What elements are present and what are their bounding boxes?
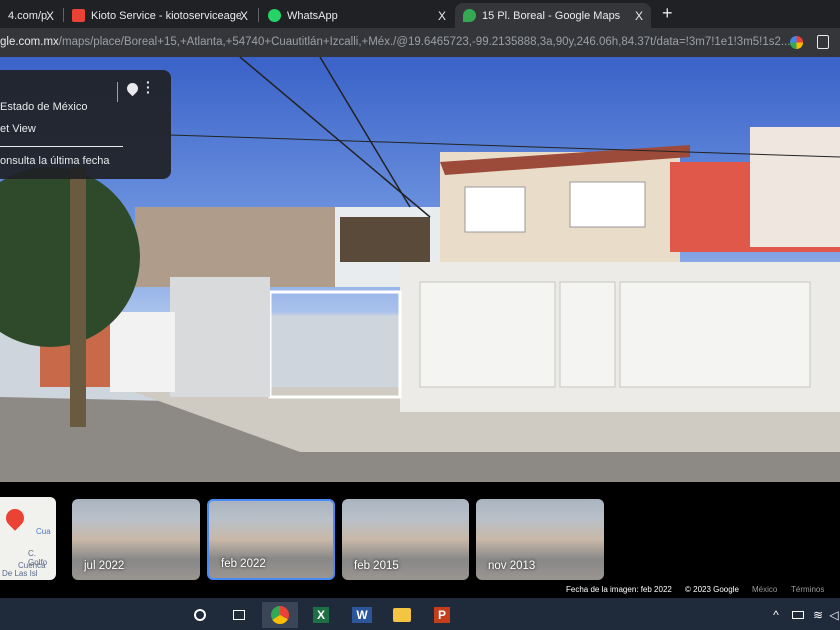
close-tab-icon[interactable]: X — [438, 9, 446, 23]
mini-map[interactable]: Cua C. Golfo Cuenca De Las Isl — [0, 497, 56, 580]
terms-link[interactable]: Términos — [791, 585, 824, 594]
street-view-label: et View — [0, 123, 36, 135]
location-pin-icon[interactable] — [124, 80, 141, 97]
whatsapp-icon — [268, 9, 281, 22]
task-view-icon[interactable] — [221, 602, 257, 628]
more-options-icon[interactable]: · · · — [146, 75, 151, 99]
latest-date-link[interactable]: onsulta la última fecha — [0, 155, 109, 167]
maps-pin-icon — [463, 9, 476, 22]
thumbnail-date: feb 2022 — [221, 558, 266, 570]
tab-gmail[interactable]: Kioto Service - kiotoserviceagenc X — [64, 3, 256, 28]
tab-bar: 4.com/p X Kioto Service - kiotoserviceage… — [0, 0, 840, 28]
thumbnail-jul-2022[interactable]: jul 2022 — [72, 499, 200, 580]
gmail-icon — [72, 9, 85, 22]
tab-title: Kioto Service - kiotoserviceagenc — [91, 9, 241, 22]
tab-1[interactable]: 4.com/p X — [0, 3, 62, 28]
taskbar: X W P ^ ≋ ◁ — [0, 598, 840, 630]
tab-whatsapp[interactable]: WhatsApp X — [260, 3, 454, 28]
tab-title: 4.com/p — [8, 9, 48, 22]
chevron-up-icon[interactable]: ^ — [766, 602, 786, 628]
word-icon[interactable]: W — [344, 602, 380, 628]
map-label: De Las Isl — [2, 569, 38, 578]
divider — [0, 146, 123, 147]
country-link[interactable]: México — [752, 585, 777, 594]
chrome-icon[interactable] — [262, 602, 298, 628]
tab-divider — [258, 8, 259, 22]
wifi-icon[interactable]: ≋ — [810, 602, 826, 628]
map-pin-icon — [2, 505, 28, 531]
location-region: Estado de México — [0, 101, 88, 113]
download-icon[interactable] — [817, 35, 829, 49]
excel-icon[interactable]: X — [303, 602, 339, 628]
tab-title: 15 Pl. Boreal - Google Maps — [482, 9, 621, 22]
search-icon[interactable] — [182, 602, 218, 628]
volume-icon[interactable]: ◁ — [828, 602, 840, 628]
google-icon[interactable] — [790, 36, 803, 49]
thumbnail-date: jul 2022 — [84, 560, 125, 572]
thumbnail-date: feb 2015 — [354, 560, 399, 572]
close-tab-icon[interactable]: X — [635, 9, 643, 23]
divider — [117, 82, 118, 102]
tab-google-maps[interactable]: 15 Pl. Boreal - Google Maps X — [455, 3, 651, 28]
close-tab-icon[interactable]: X — [240, 9, 248, 23]
thumbnail-nov-2013[interactable]: nov 2013 — [476, 499, 604, 580]
tab-title: WhatsApp — [287, 9, 338, 22]
thumbnail-date: nov 2013 — [488, 560, 536, 572]
close-tab-icon[interactable]: X — [46, 9, 54, 23]
new-tab-button[interactable]: + — [662, 3, 673, 24]
url-path: /maps/place/Boreal+15,+Atlanta,+54740+Cu… — [58, 36, 791, 48]
thumbnail-feb-2015[interactable]: feb 2015 — [342, 499, 469, 580]
location-panel: Estado de México et View onsulta la últi… — [0, 70, 171, 179]
battery-icon[interactable] — [788, 602, 808, 628]
thumbnail-feb-2022[interactable]: feb 2022 — [207, 499, 335, 580]
file-explorer-icon[interactable] — [384, 602, 420, 628]
map-label: Cua — [36, 527, 51, 536]
address-bar[interactable]: gle.com.mx/maps/place/Boreal+15,+Atlanta… — [0, 28, 840, 57]
copyright: © 2023 Google — [685, 585, 739, 594]
url-host: gle.com.mx — [0, 36, 59, 48]
image-date: Fecha de la imagen: feb 2022 — [566, 585, 672, 594]
powerpoint-icon[interactable]: P — [424, 602, 460, 628]
